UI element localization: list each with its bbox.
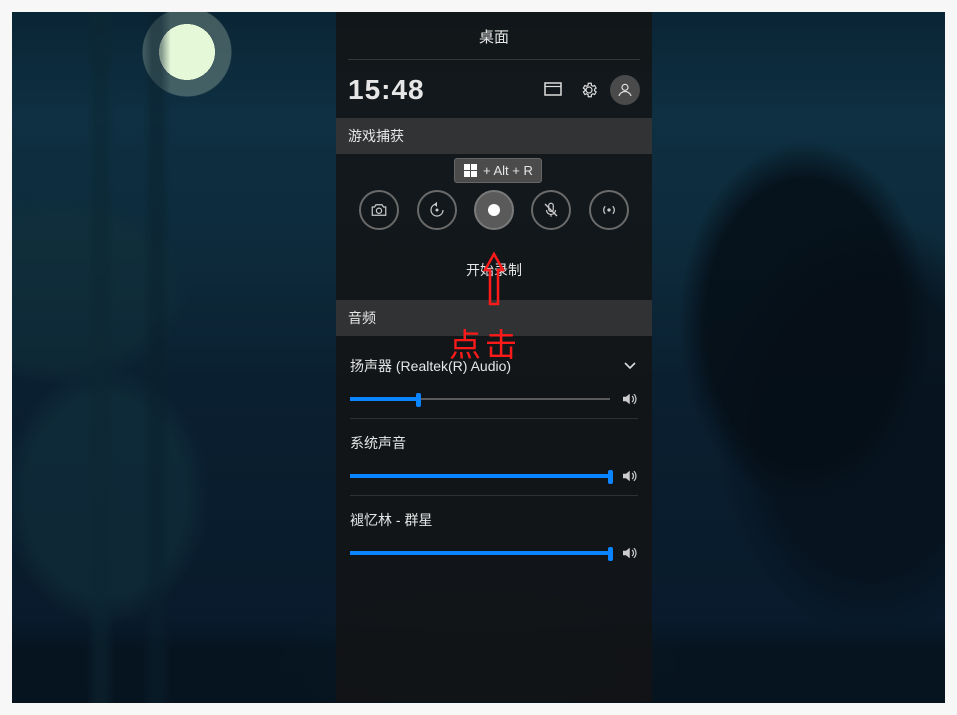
gear-icon [580, 81, 598, 99]
audio-channel-group: 褪忆林 - 群星 [350, 496, 638, 572]
channel-volume-slider[interactable] [350, 468, 610, 484]
volume-icon [620, 467, 638, 485]
audio-device-group: 扬声器 (Realtek(R) Audio) [350, 342, 638, 419]
tooltip-text: + Alt + R [483, 163, 533, 178]
record-shortcut-tooltip: + Alt + R [454, 158, 542, 183]
device-volume-slider[interactable] [350, 391, 610, 407]
channel-label: 褪忆林 - 群星 [350, 510, 638, 530]
screenshot-button[interactable] [359, 190, 399, 230]
audio-channel-group: 系统声音 [350, 419, 638, 496]
record-button[interactable] [474, 190, 514, 230]
mic-off-icon [542, 201, 560, 219]
window-icon [544, 82, 562, 98]
record-dot-icon [488, 204, 500, 216]
audio-device-label: 扬声器 (Realtek(R) Audio) [350, 356, 622, 376]
mic-toggle-button[interactable] [531, 190, 571, 230]
clock: 15:48 [348, 74, 532, 106]
windows-key-icon [463, 164, 477, 178]
broadcast-button[interactable] [589, 190, 629, 230]
chevron-down-icon [622, 358, 638, 374]
user-icon [616, 81, 634, 99]
channel-label: 系统声音 [350, 433, 638, 453]
gamebar-panel: 桌面 15:48 游戏捕获 + Alt + R [336, 12, 652, 702]
audio-body: 扬声器 (Realtek(R) Audio) [336, 336, 652, 582]
widgets-button[interactable] [538, 75, 568, 105]
device-expand-button[interactable] [622, 358, 638, 374]
volume-icon [620, 390, 638, 408]
record-action-label: 开始录制 [336, 240, 652, 292]
audio-header: 音频 [336, 300, 652, 336]
time-row: 15:48 [336, 60, 652, 118]
rewind-icon [428, 201, 446, 219]
settings-button[interactable] [574, 75, 604, 105]
channel-volume-slider[interactable] [350, 545, 610, 561]
panel-title: 桌面 [348, 12, 640, 60]
volume-icon [620, 544, 638, 562]
capture-header: 游戏捕获 [336, 118, 652, 154]
camera-icon [370, 202, 388, 218]
record-last-button[interactable] [417, 190, 457, 230]
broadcast-icon [600, 201, 618, 219]
account-button[interactable] [610, 75, 640, 105]
capture-body: + Alt + R [336, 154, 652, 300]
